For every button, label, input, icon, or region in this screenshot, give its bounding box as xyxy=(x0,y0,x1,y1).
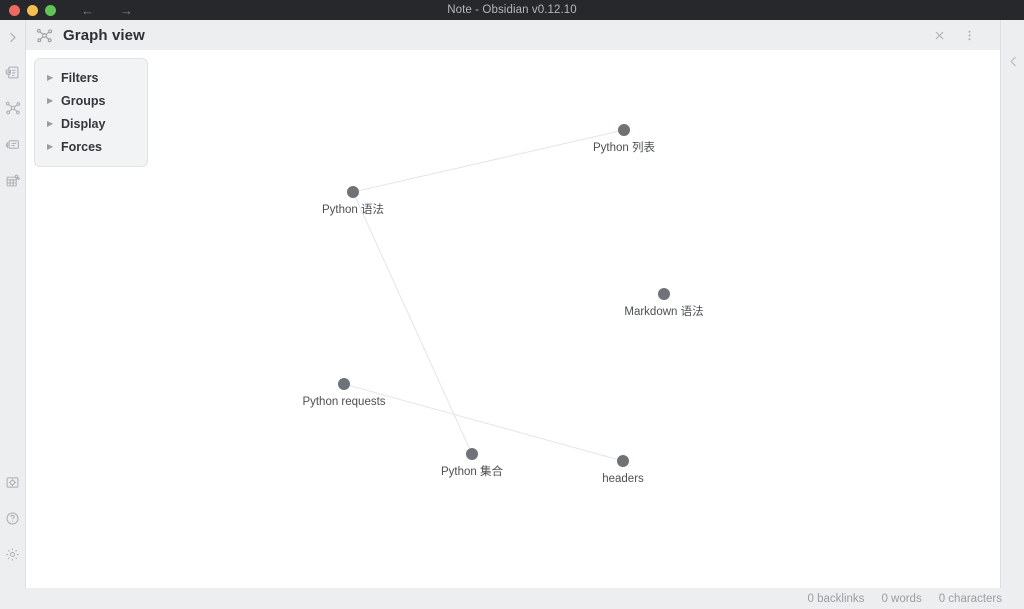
calendar-icon[interactable] xyxy=(0,162,26,198)
view-header-actions xyxy=(926,22,1000,48)
graph-node[interactable] xyxy=(466,448,478,460)
status-characters[interactable]: 0 characters xyxy=(939,593,1002,605)
control-section-label: Filters xyxy=(61,70,99,85)
collapse-right-sidebar-icon[interactable] xyxy=(1001,48,1024,74)
chevron-right-icon: ▶ xyxy=(47,118,54,128)
left-sidebar-rail xyxy=(0,20,26,588)
graph-view-icon[interactable] xyxy=(0,90,26,126)
graph-nodes: Python 列表 Python 语法 Markdown 语法 Python requ… xyxy=(302,124,704,485)
help-icon[interactable] xyxy=(0,500,26,536)
control-section-label: Groups xyxy=(61,93,106,108)
more-options-button[interactable] xyxy=(956,22,982,48)
control-section-display[interactable]: ▶ Display xyxy=(35,112,147,135)
status-backlinks[interactable]: 0 backlinks xyxy=(808,593,865,605)
graph-node-label[interactable]: Python requests xyxy=(302,396,385,408)
graph-edge xyxy=(343,383,624,462)
graph-controls-panel[interactable]: ▶ Filters ▶ Groups ▶ Display ▶ Forces xyxy=(34,58,148,167)
settings-gear-icon[interactable] xyxy=(0,536,26,572)
graph-node-label[interactable]: Python 列表 xyxy=(593,140,655,154)
status-bar: 0 backlinks 0 words 0 characters xyxy=(0,588,1024,609)
graph-node-label[interactable]: Python 语法 xyxy=(322,202,384,216)
graph-node[interactable] xyxy=(658,288,670,300)
control-section-filters[interactable]: ▶ Filters xyxy=(35,66,147,89)
right-sidebar-rail xyxy=(1000,20,1024,588)
status-words[interactable]: 0 words xyxy=(881,593,921,605)
control-section-forces[interactable]: ▶ Forces xyxy=(35,135,147,158)
chevron-right-icon: ▶ xyxy=(47,72,54,82)
graph-edge xyxy=(352,129,625,193)
control-section-label: Display xyxy=(61,116,106,131)
graph-svg[interactable]: Python 列表 Python 语法 Markdown 语法 Python requ… xyxy=(26,50,1000,588)
title-bar: ← → Note - Obsidian v0.12.10 xyxy=(0,0,1024,20)
view-header: Graph view xyxy=(26,20,1000,50)
graph-node[interactable] xyxy=(347,186,359,198)
chevron-right-icon: ▶ xyxy=(47,141,54,151)
card-stack-icon[interactable] xyxy=(0,126,26,162)
window-title: Note - Obsidian v0.12.10 xyxy=(447,4,577,16)
graph-node[interactable] xyxy=(338,378,350,390)
graph-edges xyxy=(343,129,625,462)
expand-sidebar-icon[interactable] xyxy=(0,20,26,54)
graph-node-label[interactable]: Python 集合 xyxy=(441,464,503,478)
page-title: Graph view xyxy=(63,26,145,44)
control-section-groups[interactable]: ▶ Groups xyxy=(35,89,147,112)
graph-node-label[interactable]: headers xyxy=(602,473,644,485)
obsidian-window: ← → Note - Obsidian v0.12.10 Graph view … xyxy=(0,0,1024,609)
graph-node-label[interactable]: Markdown 语法 xyxy=(624,304,703,318)
control-section-label: Forces xyxy=(61,139,102,154)
graph-view-icon xyxy=(35,26,53,44)
graph-node[interactable] xyxy=(617,455,629,467)
chevron-right-icon: ▶ xyxy=(47,95,54,105)
graph-node[interactable] xyxy=(618,124,630,136)
vault-icon[interactable] xyxy=(0,464,26,500)
open-note-icon[interactable] xyxy=(0,54,26,90)
graph-canvas[interactable]: Python 列表 Python 语法 Markdown 语法 Python requ… xyxy=(26,50,1000,588)
close-view-button[interactable] xyxy=(926,22,952,48)
